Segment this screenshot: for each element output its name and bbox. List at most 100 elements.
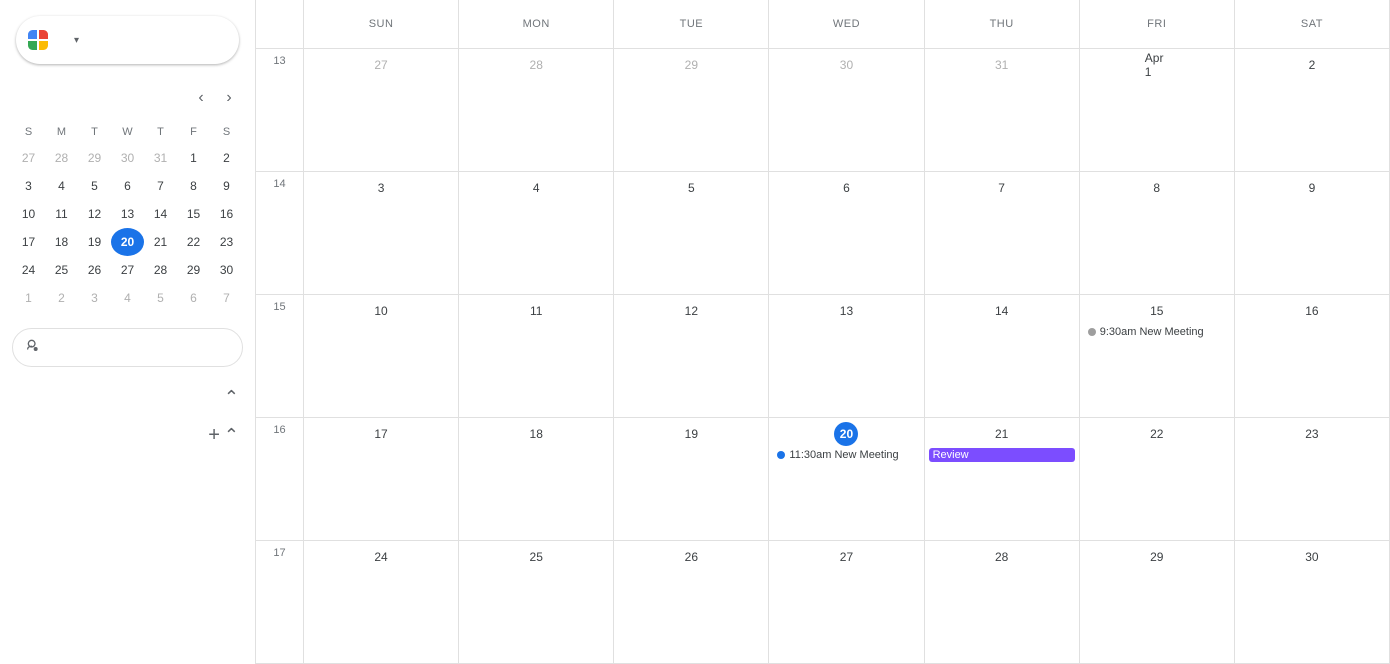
mini-cal-day[interactable]: 30 [210,256,243,284]
mini-cal-day[interactable]: 5 [144,284,177,312]
week-number-cell: 17 [256,541,304,663]
calendar-day-cell[interactable]: 6 [769,172,924,294]
mini-cal-day[interactable]: 26 [78,256,111,284]
calendar-day-cell[interactable]: 24 [304,541,459,663]
calendar-day-cell[interactable]: 17 [304,418,459,540]
calendar-day-cell[interactable]: 23 [1235,418,1390,540]
mini-cal-day[interactable]: 3 [12,172,45,200]
calendar-day-cell[interactable]: 14 [925,295,1080,417]
calendar-day-cell[interactable]: 28 [459,49,614,171]
week-num-header [256,0,304,48]
mini-cal-day[interactable]: 13 [111,200,144,228]
calendar-day-cell[interactable]: 21Review [925,418,1080,540]
calendar-day-header: WED [769,0,924,48]
mini-cal-day[interactable]: 4 [111,284,144,312]
event-pill[interactable]: 9:30am New Meeting [1084,325,1230,339]
mini-cal-day[interactable]: 1 [177,144,210,172]
mini-cal-day[interactable]: 30 [111,144,144,172]
mini-cal-day[interactable]: 31 [144,144,177,172]
calendar-day-cell[interactable]: 8 [1080,172,1235,294]
calendar-day-cell[interactable]: 22 [1080,418,1235,540]
mini-cal-day[interactable]: 18 [45,228,78,256]
mini-cal-day[interactable]: 8 [177,172,210,200]
calendar-day-cell[interactable]: 18 [459,418,614,540]
mini-cal-day[interactable]: 1 [12,284,45,312]
mini-cal-day[interactable]: 28 [144,256,177,284]
mini-cal-day[interactable]: 29 [177,256,210,284]
day-number: 4 [524,176,548,200]
mini-calendar-next-button[interactable]: › [215,84,243,112]
calendar-day-cell[interactable]: 27 [304,49,459,171]
calendar-day-cell[interactable]: 10 [304,295,459,417]
mini-cal-day[interactable]: 15 [177,200,210,228]
create-button[interactable]: ▾ [16,16,239,64]
mini-calendar-nav: ‹ › [187,84,243,112]
calendar-day-cell[interactable]: 159:30am New Meeting [1080,295,1235,417]
calendar-day-cell[interactable]: 31 [925,49,1080,171]
mini-cal-day[interactable]: 2 [45,284,78,312]
calendar-day-cell[interactable]: 11 [459,295,614,417]
calendar-week-row: 132728293031Apr 12 [256,49,1390,172]
mini-cal-day[interactable]: 4 [45,172,78,200]
mini-cal-day[interactable]: 21 [144,228,177,256]
mini-cal-day[interactable]: 28 [45,144,78,172]
mini-cal-day[interactable]: 12 [78,200,111,228]
search-people-input[interactable] [12,328,243,367]
calendar-day-cell[interactable]: 29 [1080,541,1235,663]
day-number: 24 [369,545,393,569]
calendar-day-cell[interactable]: 2 [1235,49,1390,171]
mini-cal-day[interactable]: 22 [177,228,210,256]
mini-cal-day[interactable]: 7 [210,284,243,312]
mini-cal-day[interactable]: 9 [210,172,243,200]
calendar-day-cell[interactable]: 9 [1235,172,1390,294]
calendar-day-cell[interactable]: 29 [614,49,769,171]
mini-cal-day[interactable]: 2 [210,144,243,172]
mini-cal-day-header: S [12,120,45,144]
mini-cal-day[interactable]: 27 [12,144,45,172]
calendar-day-cell[interactable]: 30 [1235,541,1390,663]
other-calendars-add-icon[interactable]: + [208,424,220,447]
my-calendars-header[interactable]: ⌃ [12,379,243,416]
calendar-day-cell[interactable]: 12 [614,295,769,417]
mini-cal-day[interactable]: 27 [111,256,144,284]
calendar-day-cell[interactable]: 3 [304,172,459,294]
calendar-day-cell[interactable]: 25 [459,541,614,663]
calendar-week-row: 161718192011:30am New Meeting21Review222… [256,418,1390,541]
event-pill[interactable]: Review [929,448,1075,462]
day-number: Apr 1 [1145,53,1169,77]
calendar-day-cell[interactable]: 13 [769,295,924,417]
mini-cal-day-header: S [210,120,243,144]
calendar-day-cell[interactable]: 16 [1235,295,1390,417]
calendar-day-cell[interactable]: 19 [614,418,769,540]
calendar-day-cell[interactable]: 28 [925,541,1080,663]
mini-cal-day[interactable]: 10 [12,200,45,228]
mini-cal-day[interactable]: 19 [78,228,111,256]
mini-cal-day[interactable]: 3 [78,284,111,312]
mini-cal-day[interactable]: 6 [111,172,144,200]
mini-cal-day[interactable]: 29 [78,144,111,172]
mini-calendar-prev-button[interactable]: ‹ [187,84,215,112]
mini-cal-day[interactable]: 20 [111,228,144,256]
mini-cal-day[interactable]: 11 [45,200,78,228]
calendar-day-cell[interactable]: 26 [614,541,769,663]
mini-cal-day[interactable]: 5 [78,172,111,200]
other-calendars-header[interactable]: + ⌃ [12,416,243,455]
mini-cal-day[interactable]: 17 [12,228,45,256]
mini-cal-day[interactable]: 7 [144,172,177,200]
mini-cal-day[interactable]: 6 [177,284,210,312]
calendar-day-cell[interactable]: 5 [614,172,769,294]
day-number: 10 [369,299,393,323]
calendar-day-cell[interactable]: Apr 1 [1080,49,1235,171]
mini-cal-day[interactable]: 14 [144,200,177,228]
mini-cal-day[interactable]: 23 [210,228,243,256]
calendar-day-cell[interactable]: 27 [769,541,924,663]
calendar-day-cell[interactable]: 30 [769,49,924,171]
mini-cal-day[interactable]: 24 [12,256,45,284]
mini-cal-day[interactable]: 16 [210,200,243,228]
event-pill[interactable]: 11:30am New Meeting [773,448,919,462]
calendar-day-cell[interactable]: 7 [925,172,1080,294]
mini-cal-day[interactable]: 25 [45,256,78,284]
calendar-day-cell[interactable]: 2011:30am New Meeting [769,418,924,540]
calendar-day-cell[interactable]: 4 [459,172,614,294]
week-number-cell: 16 [256,418,304,540]
